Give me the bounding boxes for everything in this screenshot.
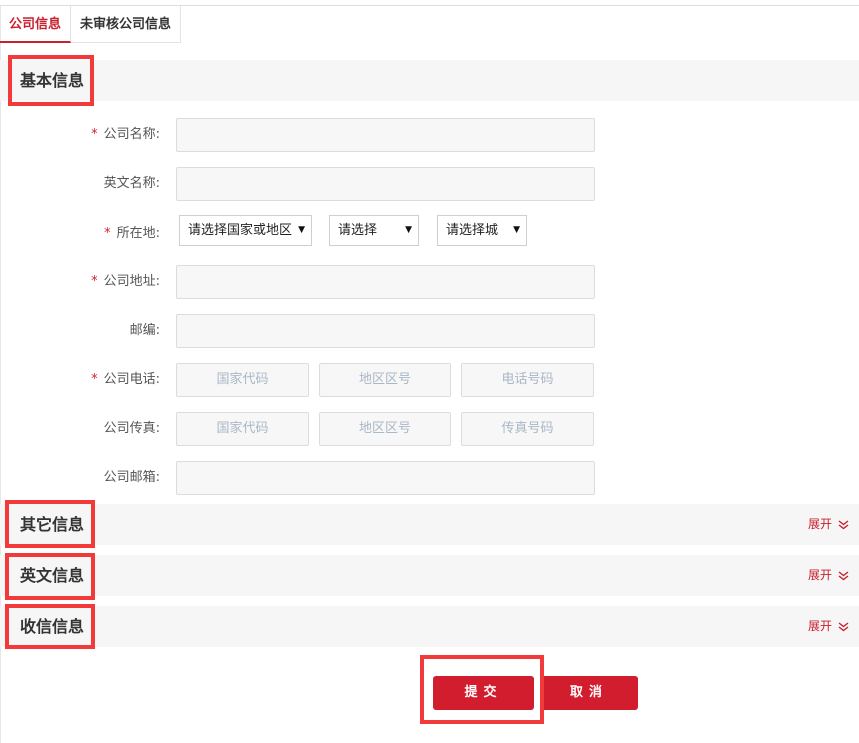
cancel-button[interactable]: 取消 xyxy=(540,676,638,710)
company-info-page: 公司信息 未审核公司信息 基本信息 * 公司名称: 英文名称: * 所在地: 请选择… xyxy=(0,0,859,743)
expand-label: 展开 xyxy=(807,517,832,531)
dropdown-arrow-icon: ▼ xyxy=(298,225,305,235)
double-chevron-down-icon xyxy=(838,519,849,529)
required-mark: * xyxy=(91,274,98,289)
email-input[interactable] xyxy=(176,461,595,495)
company-name-input[interactable] xyxy=(176,118,595,152)
postcode-input[interactable] xyxy=(176,314,595,348)
required-mark: * xyxy=(91,372,98,387)
address-input[interactable] xyxy=(176,265,595,299)
company-name-label-text: 公司名称: xyxy=(103,127,160,142)
province-select[interactable]: 请选择 ▼ xyxy=(329,215,419,246)
double-chevron-down-icon xyxy=(838,570,849,580)
tab-company-info[interactable]: 公司信息 xyxy=(0,6,72,43)
expand-toggle-english[interactable]: 展开 xyxy=(808,555,849,596)
section-english-info[interactable]: 英文信息 展开 xyxy=(0,555,859,596)
double-chevron-down-icon xyxy=(838,621,849,631)
phone-label-text: 公司电话: xyxy=(103,372,160,387)
dropdown-arrow-icon: ▼ xyxy=(405,225,412,235)
tab-bar: 公司信息 未审核公司信息 xyxy=(0,6,182,44)
highlight-box-english xyxy=(5,553,95,600)
email-label: 公司邮箱: xyxy=(103,470,160,485)
expand-label: 展开 xyxy=(807,619,832,633)
address-label-text: 公司地址: xyxy=(103,274,160,289)
fax-country-code-input[interactable]: 国家代码 xyxy=(176,412,309,446)
dropdown-arrow-icon: ▼ xyxy=(513,225,520,235)
phone-label: * 公司电话: xyxy=(0,363,160,397)
english-name-label: 英文名称: xyxy=(103,176,160,191)
highlight-box-mailing xyxy=(5,604,95,649)
highlight-box-basic xyxy=(8,55,94,106)
location-label-text: 所在地: xyxy=(116,226,160,241)
required-mark: * xyxy=(104,226,111,241)
section-other-info[interactable]: 其它信息 展开 xyxy=(0,504,859,545)
address-label: * 公司地址: xyxy=(0,265,160,299)
highlight-box-submit xyxy=(420,655,544,724)
company-name-label: * 公司名称: xyxy=(0,118,160,152)
highlight-box-other xyxy=(5,500,95,548)
expand-label: 展开 xyxy=(807,568,832,582)
country-select-value: 请选择国家或地区 xyxy=(188,223,293,238)
country-select[interactable]: 请选择国家或地区 ▼ xyxy=(179,215,312,246)
section-basic-info: 基本信息 xyxy=(0,60,859,101)
city-select[interactable]: 请选择城 ▼ xyxy=(437,215,527,246)
phone-number-input[interactable]: 电话号码 xyxy=(461,363,594,397)
english-name-input[interactable] xyxy=(176,167,595,201)
required-mark: * xyxy=(91,127,98,142)
fax-number-input[interactable]: 传真号码 xyxy=(461,412,594,446)
location-label: * 所在地: xyxy=(0,217,160,251)
fax-label: 公司传真: xyxy=(103,421,160,436)
province-select-value: 请选择 xyxy=(338,223,378,238)
fax-area-code-input[interactable]: 地区区号 xyxy=(319,412,451,446)
phone-country-code-input[interactable]: 国家代码 xyxy=(176,363,309,397)
postcode-label: 邮编: xyxy=(129,323,160,338)
phone-area-code-input[interactable]: 地区区号 xyxy=(319,363,451,397)
expand-toggle-mailing[interactable]: 展开 xyxy=(808,606,849,647)
section-mailing-info[interactable]: 收信信息 展开 xyxy=(0,606,859,647)
city-select-value: 请选择城 xyxy=(446,223,499,238)
tab-unreviewed-company-info[interactable]: 未审核公司信息 xyxy=(71,6,182,43)
expand-toggle-other[interactable]: 展开 xyxy=(808,504,849,545)
